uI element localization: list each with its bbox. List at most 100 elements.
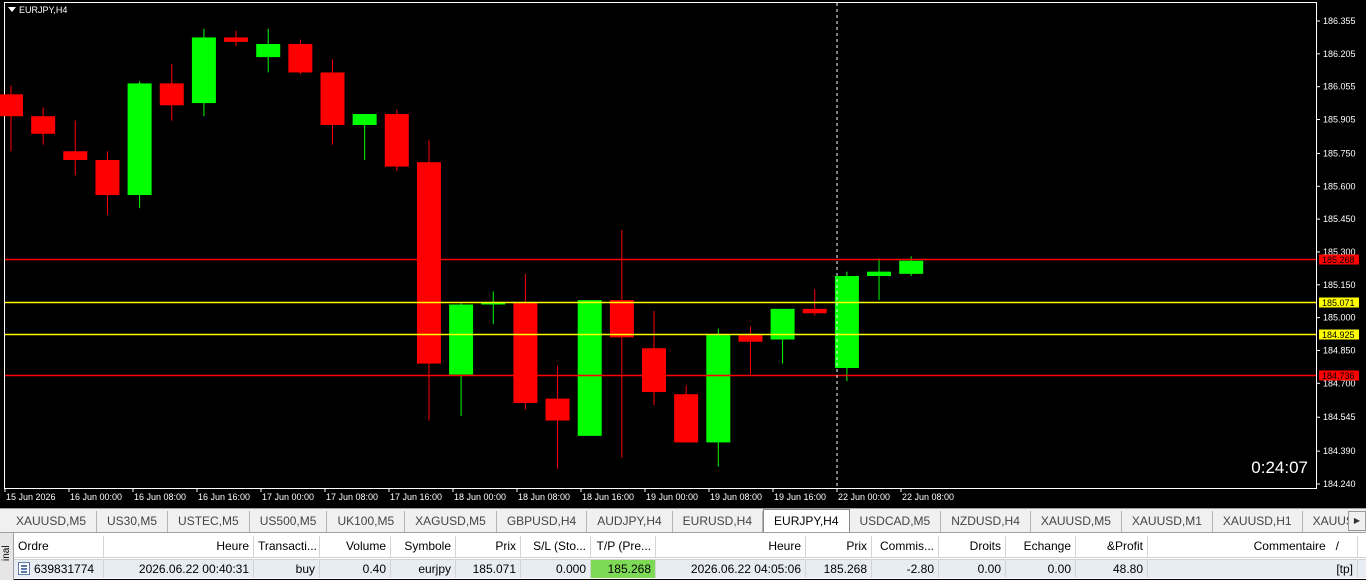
tab-usdcad-m5[interactable]: USDCAD,M5 (850, 511, 942, 532)
tab-us30-m5[interactable]: US30,M5 (97, 511, 169, 532)
price-level-label: 184.925 (1322, 330, 1355, 340)
candle-body (224, 37, 249, 42)
cell-symbole: eurjpy (391, 560, 456, 578)
column-header-commission[interactable]: Commis... (872, 536, 939, 557)
time-axis-label: 18 Jun 08:00 (518, 492, 570, 502)
history-table-header: Ordre Heure Transacti... Volume Symbole Prix S… (14, 536, 1366, 558)
order-document-icon (18, 562, 30, 575)
time-axis-label: 15 Jun 2026 (6, 492, 56, 502)
candle-body (320, 72, 345, 125)
time-axis-label: 16 Jun 08:00 (134, 492, 186, 502)
column-header-ordre[interactable]: Ordre (14, 536, 104, 557)
cell-commentaire: [tp] (1148, 560, 1358, 578)
candle-body (642, 348, 666, 393)
column-header-prix-close[interactable]: Prix (806, 536, 872, 557)
chart-menu-triangle-icon[interactable] (8, 7, 16, 12)
cell-sl: 0.000 (521, 560, 591, 578)
table-row[interactable]: 639831774 2026.06.22 00:40:31 buy 0.40 eurjp… (14, 559, 1366, 578)
candle-body (352, 114, 377, 125)
price-axis-label: 184.545 (1323, 412, 1356, 422)
time-axis-label: 19 Jun 08:00 (710, 492, 762, 502)
candle-body (449, 304, 474, 375)
column-header-sl[interactable]: S/L (Sto... (521, 536, 591, 557)
tab-gbpusd-h4[interactable]: GBPUSD,H4 (497, 511, 588, 532)
candle-body (899, 260, 924, 274)
column-header-profit[interactable]: &Profit (1076, 536, 1148, 557)
candle-body (288, 43, 313, 73)
terminal-panel: inal Ordre Heure Transacti... Volume Symbole… (0, 532, 1366, 580)
time-axis-label: 18 Jun 16:00 (582, 492, 634, 502)
candle-body (674, 394, 699, 443)
cell-heure-close: 2026.06.22 04:05:06 (656, 560, 806, 578)
price-level-label: 185.071 (1322, 298, 1355, 308)
terminal-side-label[interactable]: inal (0, 533, 14, 580)
price-axis-label: 185.000 (1323, 313, 1356, 323)
tab-xauusd-m5[interactable]: XAUUSD,M5 (6, 511, 98, 532)
price-axis-label: 185.450 (1323, 214, 1356, 224)
candle-body (802, 308, 827, 314)
cell-droits: 0.00 (939, 560, 1006, 578)
chart-window[interactable]: 186.355 186.205 186.055 185.905 185.750 185.6… (0, 0, 1366, 508)
column-header-tp[interactable]: T/P (Pre... (591, 536, 656, 557)
tab-audjpy-h4[interactable]: AUDJPY,H4 (587, 511, 673, 532)
cell-heure-open: 2026.06.22 00:40:31 (104, 560, 254, 578)
price-axis-label: 185.750 (1323, 148, 1356, 158)
tabs-scroll-right-icon[interactable]: ▶ (1348, 511, 1366, 531)
tab-eurusd-h4[interactable]: EURUSD,H4 (673, 511, 764, 532)
column-header-prix-open[interactable]: Prix (456, 536, 521, 557)
candle-body (256, 43, 281, 58)
cell-commission: -2.80 (872, 560, 939, 578)
price-chart[interactable]: 186.355 186.205 186.055 185.905 185.750 185.6… (0, 0, 1366, 508)
candle-body (706, 335, 731, 443)
time-axis-label: 18 Jun 00:00 (454, 492, 506, 502)
column-header-label: Commentaire (1253, 539, 1326, 553)
candle-body (127, 83, 152, 196)
tab-uk100-m5[interactable]: UK100,M5 (327, 511, 406, 532)
tab-us500-m5[interactable]: US500,M5 (250, 511, 328, 532)
tab-xauusd-m1[interactable]: XAUUSD,M1 (1122, 511, 1213, 532)
cell-profit: 48.80 (1076, 560, 1148, 578)
cell-volume: 0.40 (320, 560, 391, 578)
time-axis-label: 22 Jun 08:00 (902, 492, 954, 502)
candle-body (609, 300, 634, 338)
order-number: 639831774 (34, 562, 95, 576)
tab-xauusd-h1[interactable]: XAUUSD,H1 (1213, 511, 1303, 532)
tab-ustec-m5[interactable]: USTEC,M5 (168, 511, 250, 532)
column-header-commentaire[interactable]: Commentaire / (1148, 536, 1358, 557)
column-header-echange[interactable]: Echange (1006, 536, 1076, 557)
chart-tabs-bar: XAUUSD,M5 US30,M5 USTEC,M5 US500,M5 UK100,M5… (0, 508, 1366, 532)
price-axis-label: 184.850 (1323, 345, 1356, 355)
time-axis-label: 22 Jun 00:00 (838, 492, 890, 502)
tab-xauusd-m5[interactable]: XAUUSD,M5 (1031, 511, 1122, 532)
tab-nzdusd-h4[interactable]: NZDUSD,H4 (941, 511, 1031, 532)
time-axis-label: 17 Jun 16:00 (390, 492, 442, 502)
candle-countdown-timer: 0:24:07 (1251, 458, 1308, 477)
column-header-transaction[interactable]: Transacti... (254, 536, 320, 557)
price-axis-label: 185.600 (1323, 181, 1356, 191)
candle-body (31, 116, 56, 134)
candle-body (63, 151, 88, 161)
column-header-heure-close[interactable]: Heure (656, 536, 806, 557)
candle-body (867, 271, 892, 277)
candle-body (738, 335, 763, 342)
cell-prix-open: 185.071 (456, 560, 521, 578)
tab-xagusd-m5[interactable]: XAGUSD,M5 (405, 511, 497, 532)
time-axis-label: 16 Jun 00:00 (70, 492, 122, 502)
sort-indicator-icon: / (1335, 539, 1339, 553)
cell-tp: 185.268 (591, 560, 656, 578)
column-header-volume[interactable]: Volume (320, 536, 391, 557)
chart-title: EURJPY,H4 (8, 5, 67, 15)
tab-eurjpy-h4[interactable]: EURJPY,H4 (763, 509, 850, 532)
chart-symbol-label: EURJPY,H4 (19, 5, 68, 15)
candle-body (0, 94, 23, 117)
column-header-symbole[interactable]: Symbole (391, 536, 456, 557)
candle-body (513, 302, 538, 404)
time-axis-label: 17 Jun 00:00 (262, 492, 314, 502)
column-header-droits[interactable]: Droits (939, 536, 1006, 557)
column-header-heure-open[interactable]: Heure (104, 536, 254, 557)
cell-echange: 0.00 (1006, 560, 1076, 578)
price-axis-label: 185.905 (1323, 115, 1356, 125)
candle-body (577, 300, 602, 436)
price-level-label: 185.268 (1322, 255, 1355, 265)
candle-body (834, 276, 859, 368)
